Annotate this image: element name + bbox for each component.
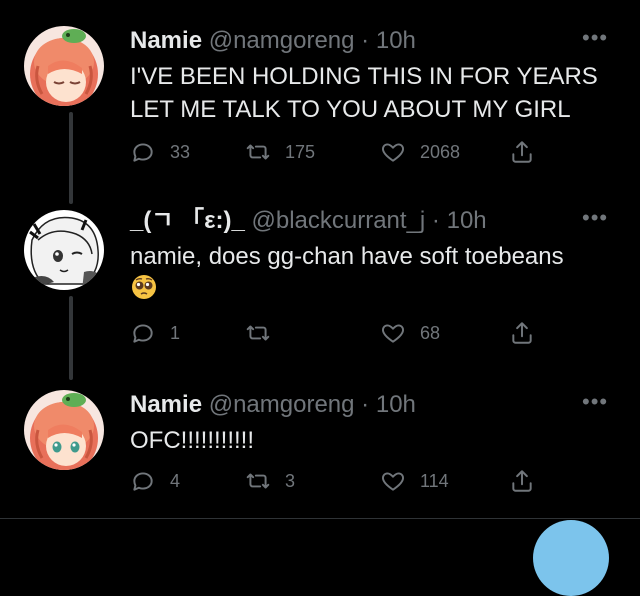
timestamp[interactable]: 10h bbox=[376, 27, 416, 54]
compose-button[interactable] bbox=[533, 520, 609, 596]
divider bbox=[0, 518, 640, 519]
separator-dot: · bbox=[361, 27, 370, 54]
retweet-icon bbox=[246, 325, 270, 341]
retweet-icon bbox=[246, 473, 270, 489]
pleading-face-emoji bbox=[132, 275, 156, 299]
user-handle[interactable]: @namgoreng bbox=[209, 27, 355, 54]
share-icon bbox=[512, 470, 532, 492]
tweet-text: namie, does gg-chan have soft toebeans bbox=[130, 243, 564, 270]
avatar[interactable] bbox=[24, 210, 104, 290]
tweet-text: I'VE BEEN HOLDING THIS IN FOR YEARS LET … bbox=[130, 63, 598, 123]
user-handle[interactable]: @namgoreng bbox=[209, 391, 355, 418]
retweet-button[interactable]: 175 bbox=[245, 137, 315, 167]
tweet-header: Namie @namgoreng · 10h bbox=[130, 390, 580, 420]
heart-icon bbox=[382, 472, 404, 491]
reply-button[interactable]: 1 bbox=[130, 318, 180, 348]
more-dots-icon[interactable]: ••• bbox=[582, 27, 608, 54]
display-name[interactable]: _(ㄱ 「ε:)_ bbox=[130, 207, 245, 234]
share-icon bbox=[512, 141, 532, 163]
monochrome-anime-girl-avatar bbox=[24, 210, 104, 290]
tweet-header: Namie @namgoreng · 10h bbox=[130, 26, 580, 56]
heart-icon bbox=[382, 143, 404, 162]
separator-dot: · bbox=[361, 391, 370, 418]
tweet-2[interactable]: _(ㄱ 「ε:)_ @blackcurrant_j · 10h ••• nami… bbox=[0, 196, 640, 376]
orange-haired-anime-girl-avatar bbox=[24, 26, 104, 106]
reply-count: 33 bbox=[170, 141, 191, 162]
like-count: 68 bbox=[420, 322, 441, 343]
reply-icon bbox=[133, 472, 153, 491]
timestamp[interactable]: 10h bbox=[376, 391, 416, 418]
tweet-actions: 4 3 114 bbox=[130, 466, 550, 496]
heart-icon bbox=[382, 324, 404, 343]
tweet-actions: 1 68 bbox=[130, 318, 550, 348]
retweet-icon bbox=[246, 144, 270, 160]
like-count: 2068 bbox=[420, 141, 461, 162]
share-button[interactable] bbox=[509, 137, 535, 167]
display-name[interactable]: Namie bbox=[130, 27, 202, 54]
user-handle[interactable]: @blackcurrant_j bbox=[251, 207, 425, 234]
reply-icon bbox=[133, 324, 153, 343]
separator-dot: · bbox=[431, 207, 440, 234]
avatar[interactable] bbox=[24, 390, 104, 470]
more-dots-icon[interactable]: ••• bbox=[582, 391, 608, 418]
share-button[interactable] bbox=[509, 318, 535, 348]
thread-connector bbox=[69, 296, 73, 380]
thread-connector bbox=[69, 112, 73, 204]
tweet-1[interactable]: Namie @namgoreng · 10h ••• I'VE BEEN HOL… bbox=[0, 0, 640, 196]
share-button[interactable] bbox=[509, 466, 535, 496]
retweet-button[interactable]: 3 bbox=[245, 466, 295, 496]
share-icon bbox=[512, 322, 532, 344]
timestamp[interactable]: 10h bbox=[447, 207, 487, 234]
tweet-actions: 33 175 2068 bbox=[130, 137, 550, 167]
tweet-3[interactable]: Namie @namgoreng · 10h ••• OFC!!!!!!!!!!… bbox=[0, 376, 640, 518]
like-button[interactable]: 68 bbox=[380, 318, 440, 348]
reply-button[interactable]: 33 bbox=[130, 137, 190, 167]
display-name[interactable]: Namie bbox=[130, 391, 202, 418]
reply-count: 1 bbox=[170, 322, 181, 343]
orange-haired-anime-girl-avatar bbox=[24, 390, 104, 470]
retweet-count: 3 bbox=[285, 470, 296, 491]
reply-icon bbox=[133, 143, 153, 162]
like-button[interactable]: 2068 bbox=[380, 137, 460, 167]
like-count: 114 bbox=[420, 470, 449, 491]
avatar[interactable] bbox=[24, 26, 104, 106]
tweet-text-container: namie, does gg-chan have soft toebeans bbox=[130, 240, 620, 306]
retweet-count: 175 bbox=[285, 141, 316, 162]
like-button[interactable]: 114 bbox=[380, 466, 449, 496]
more-dots-icon[interactable]: ••• bbox=[582, 207, 608, 234]
tweet-header: _(ㄱ 「ε:)_ @blackcurrant_j · 10h bbox=[130, 206, 580, 236]
tweet-text: OFC!!!!!!!!!!! bbox=[130, 427, 255, 454]
reply-button[interactable]: 4 bbox=[130, 466, 180, 496]
reply-count: 4 bbox=[170, 470, 181, 491]
retweet-button[interactable] bbox=[245, 318, 285, 348]
